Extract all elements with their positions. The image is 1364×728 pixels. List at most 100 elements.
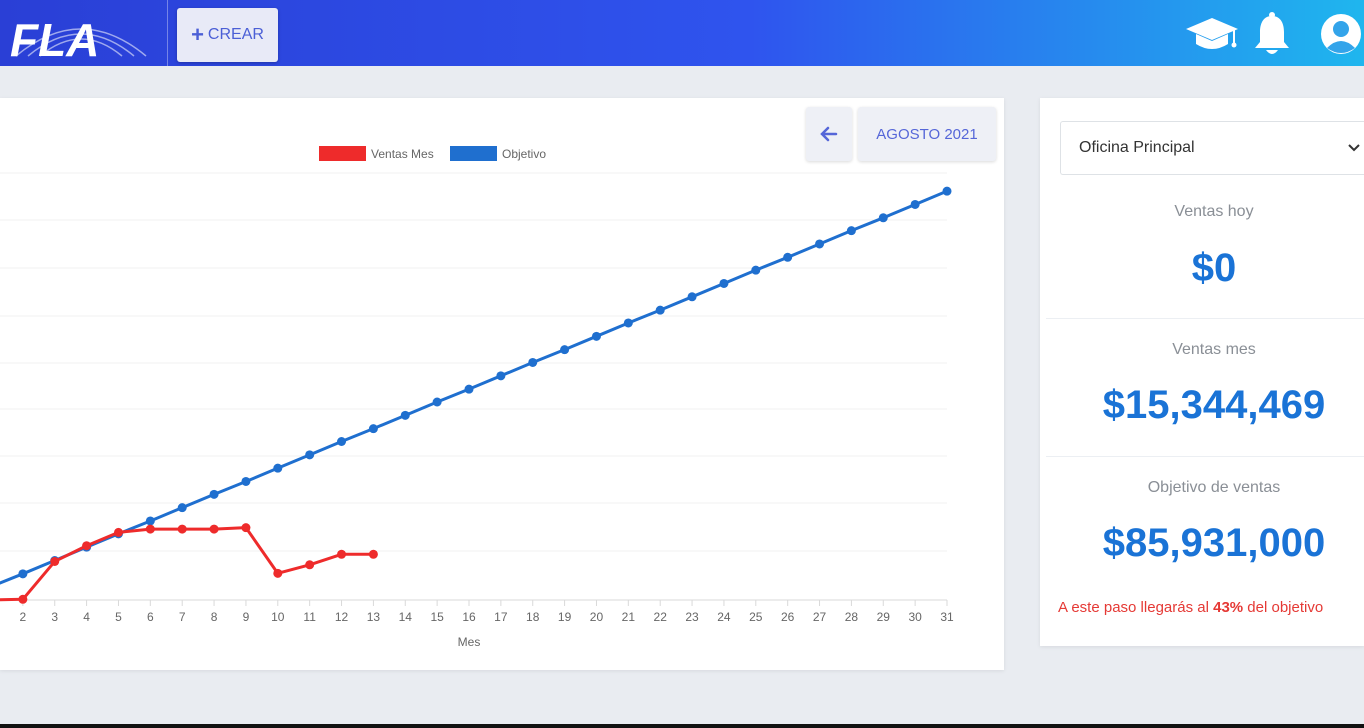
- x-tick-label: 25: [749, 610, 763, 624]
- projection-suffix: del objetivo: [1243, 599, 1324, 616]
- data-point: [273, 463, 283, 473]
- plus-icon: +: [191, 22, 204, 47]
- data-point: [177, 524, 187, 534]
- data-point: [687, 292, 697, 302]
- x-axis-label: Mes: [458, 635, 481, 649]
- x-tick-label: 26: [781, 610, 795, 624]
- data-point: [464, 384, 474, 394]
- x-tick-label: 18: [526, 610, 540, 624]
- sales-chart: 1234567891011121314151617181920212223242…: [0, 146, 954, 649]
- x-tick-label: 21: [622, 610, 636, 624]
- data-point: [337, 437, 347, 447]
- data-point: [815, 239, 825, 249]
- data-point: [273, 568, 283, 578]
- data-point: [591, 331, 601, 341]
- chevron-down-icon: [1348, 144, 1360, 152]
- legend-swatch: [450, 146, 497, 161]
- x-tick-label: 10: [271, 610, 285, 624]
- x-tick-label: 20: [590, 610, 604, 624]
- x-tick-label: 15: [430, 610, 444, 624]
- x-tick-label: 13: [367, 610, 381, 624]
- projection-message: A este paso llegarás al 43% del objetivo: [1058, 599, 1364, 616]
- data-point: [432, 397, 442, 407]
- sales-target-value: $85,931,000: [1102, 521, 1326, 565]
- projection-percent: 43%: [1213, 599, 1244, 616]
- data-point: [623, 318, 633, 328]
- x-tick-label: 22: [654, 610, 668, 624]
- data-point: [719, 278, 729, 288]
- x-tick-label: 7: [179, 610, 186, 624]
- data-point: [18, 594, 28, 604]
- x-tick-label: 6: [147, 610, 154, 624]
- data-point: [846, 226, 856, 236]
- current-month-button[interactable]: AGOSTO 2021: [858, 107, 996, 161]
- x-tick-label: 27: [813, 610, 827, 624]
- legend-label: Objetivo: [502, 147, 546, 161]
- data-point: [910, 199, 920, 209]
- data-point: [560, 345, 570, 355]
- data-point: [305, 450, 315, 460]
- data-point: [400, 410, 410, 420]
- series-line: [0, 189, 948, 585]
- x-tick-label: 19: [558, 610, 572, 624]
- data-point: [368, 549, 378, 559]
- data-point: [177, 503, 187, 513]
- x-tick-label: 3: [51, 610, 58, 624]
- logo-text: FLA: [10, 14, 99, 60]
- sales-today-value: $0: [1191, 246, 1237, 290]
- legend-label: Ventas Mes: [371, 147, 434, 161]
- top-navigation-bar: FLA + CREAR: [0, 0, 1364, 66]
- data-point: [783, 252, 793, 262]
- month-label: AGOSTO 2021: [876, 125, 978, 143]
- data-point: [209, 524, 219, 534]
- header-divider: [167, 0, 168, 66]
- data-point: [145, 516, 155, 526]
- x-tick-label: 28: [845, 610, 859, 624]
- x-tick-label: 8: [211, 610, 218, 624]
- data-point: [496, 371, 506, 381]
- previous-month-button[interactable]: [806, 107, 852, 161]
- x-tick-label: 31: [940, 610, 954, 624]
- x-tick-label: 11: [303, 610, 316, 624]
- office-select[interactable]: Oficina Principal: [1060, 121, 1364, 175]
- projection-prefix: A este paso llegarás al: [1058, 599, 1214, 616]
- data-point: [113, 527, 123, 537]
- x-tick-label: 9: [243, 610, 250, 624]
- fla-logo[interactable]: FLA: [6, 12, 156, 66]
- x-tick-label: 23: [685, 610, 699, 624]
- data-point: [241, 476, 251, 486]
- x-tick-label: 5: [115, 610, 122, 624]
- sales-target-label: Objetivo de ventas: [1147, 479, 1281, 496]
- data-point: [942, 186, 952, 196]
- data-point: [241, 523, 251, 533]
- data-point: [655, 305, 665, 315]
- user-avatar-icon[interactable]: [1318, 12, 1364, 61]
- data-point: [337, 549, 347, 559]
- arrow-left-icon: [820, 126, 838, 142]
- graduation-cap-icon[interactable]: [1184, 16, 1240, 59]
- data-point: [368, 424, 378, 434]
- stat-divider: [1046, 318, 1364, 319]
- x-tick-label: 14: [399, 610, 413, 624]
- x-tick-label: 12: [335, 610, 349, 624]
- stat-divider: [1046, 456, 1364, 457]
- x-tick-label: 30: [908, 610, 922, 624]
- bell-icon[interactable]: [1252, 12, 1292, 61]
- data-point: [305, 560, 315, 570]
- x-tick-label: 17: [494, 610, 508, 624]
- create-button[interactable]: + CREAR: [177, 8, 278, 62]
- office-select-value: Oficina Principal: [1079, 139, 1195, 156]
- sales-today-label: Ventas hoy: [1174, 203, 1254, 220]
- data-point: [50, 556, 60, 566]
- legend-swatch: [319, 146, 366, 161]
- x-tick-label: 24: [717, 610, 731, 624]
- data-point: [528, 357, 538, 367]
- bottom-edge: [0, 724, 1364, 728]
- data-point: [82, 541, 92, 551]
- sales-month-value: $15,344,469: [1102, 383, 1326, 427]
- sales-month-label: Ventas mes: [1172, 341, 1256, 358]
- create-button-label: CREAR: [207, 26, 264, 43]
- x-tick-label: 29: [877, 610, 891, 624]
- data-point: [18, 569, 28, 579]
- data-point: [751, 265, 761, 275]
